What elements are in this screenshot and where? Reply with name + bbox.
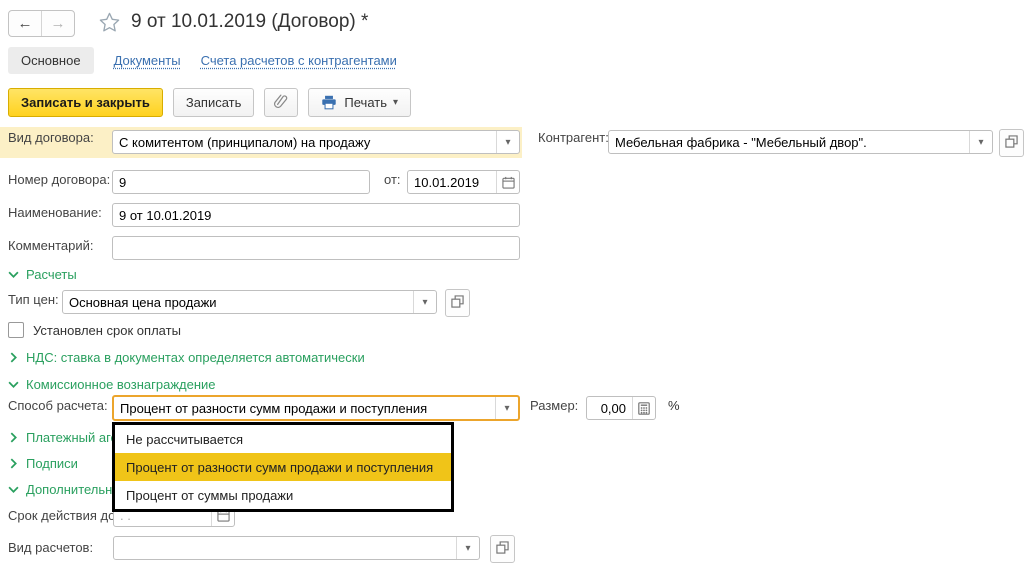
attach-button[interactable] [264, 88, 298, 117]
dropdown-item-selected[interactable]: Процент от разности сумм продажи и посту… [115, 453, 451, 481]
calc-method-combobox[interactable]: Процент от разности сумм продажи и посту… [112, 395, 520, 421]
dropdown-item[interactable]: Процент от суммы продажи [115, 481, 451, 509]
section-settlements-label: Расчеты [26, 267, 77, 282]
counterparty-combobox[interactable]: Мебельная фабрика - "Мебельный двор". ▾ [608, 130, 993, 154]
nav-buttons: ← → [8, 10, 75, 37]
contract-date-input[interactable]: 10.01.2019 [407, 170, 520, 194]
settlement-kind-dropdown-button[interactable]: ▾ [456, 537, 479, 559]
contract-number-value: 9 [113, 171, 369, 193]
contract-number-label: Номер договора: [8, 172, 110, 187]
contract-kind-combobox[interactable]: С комитентом (принципалом) на продажу ▾ [112, 130, 520, 154]
contract-kind-label: Вид договора: [8, 130, 94, 145]
price-type-label: Тип цен: [8, 292, 59, 307]
chevron-down-icon: ▾ [422, 297, 427, 308]
open-in-new-icon [1005, 135, 1018, 151]
calc-method-value: Процент от разности сумм продажи и посту… [114, 397, 495, 419]
section-commission-label: Комиссионное вознаграждение [26, 377, 216, 392]
counterparty-label: Контрагент: [538, 130, 609, 145]
chevron-expanded-icon [8, 379, 19, 390]
comment-value [113, 237, 519, 259]
price-type-dropdown-button[interactable]: ▾ [413, 291, 436, 313]
settlement-kind-open-button[interactable] [490, 535, 515, 563]
chevron-expanded-icon [8, 484, 19, 495]
forward-button[interactable]: → [42, 11, 74, 36]
payment-term-label: Установлен срок оплаты [33, 323, 181, 338]
settlement-kind-value [114, 537, 456, 559]
name-value: 9 от 10.01.2019 [113, 204, 519, 226]
chevron-down-icon: ▾ [978, 137, 983, 148]
calc-method-label: Способ расчета: [8, 398, 108, 413]
size-value: 0,00 [587, 397, 632, 419]
back-icon: ← [18, 15, 33, 32]
section-additional[interactable]: Дополнительно [8, 482, 120, 497]
back-button[interactable]: ← [9, 11, 42, 36]
section-commission[interactable]: Комиссионное вознаграждение [8, 377, 216, 392]
printer-icon [321, 95, 337, 110]
chevron-down-icon: ▾ [504, 403, 509, 414]
section-vat[interactable]: НДС: ставка в документах определяется ав… [8, 350, 365, 365]
favorite-star-icon[interactable] [98, 11, 121, 37]
counterparty-value: Мебельная фабрика - "Мебельный двор". [609, 131, 969, 153]
counterparty-dropdown-button[interactable]: ▾ [969, 131, 992, 153]
print-label: Печать [344, 95, 387, 110]
comment-input[interactable] [112, 236, 520, 260]
chevron-collapsed-icon [8, 458, 19, 469]
size-label: Размер: [530, 398, 578, 413]
settlement-kind-combobox[interactable]: ▾ [113, 536, 480, 560]
tab-main[interactable]: Основное [8, 47, 94, 74]
section-vat-label: НДС: ставка в документах определяется ав… [26, 350, 365, 365]
section-additional-label: Дополнительно [26, 482, 120, 497]
save-and-close-button[interactable]: Записать и закрыть [8, 88, 163, 117]
payment-term-checkbox[interactable] [8, 322, 24, 338]
percent-sign: % [668, 398, 680, 413]
price-type-value: Основная цена продажи [63, 291, 413, 313]
page-title: 9 от 10.01.2019 (Договор) * [131, 11, 368, 33]
counterparty-open-button[interactable] [999, 129, 1024, 157]
contract-form-window: ← → 9 от 10.01.2019 (Договор) * Основное… [0, 0, 1024, 576]
comment-label: Комментарий: [8, 238, 94, 253]
calc-method-dropdown-list: Не рассчитывается Процент от разности су… [112, 422, 454, 512]
dropdown-item[interactable]: Не рассчитывается [115, 425, 451, 453]
section-signatures[interactable]: Подписи [8, 456, 78, 471]
valid-until-label: Срок действия до: [8, 508, 119, 523]
chevron-down-icon: ▾ [505, 137, 510, 148]
save-button[interactable]: Записать [173, 88, 255, 117]
print-caret-icon: ▾ [393, 97, 398, 108]
settlement-kind-label: Вид расчетов: [8, 540, 93, 555]
open-in-new-icon [451, 295, 464, 311]
chevron-collapsed-icon [8, 352, 19, 363]
price-type-combobox[interactable]: Основная цена продажи ▾ [62, 290, 437, 314]
calculator-icon[interactable] [632, 397, 655, 419]
chevron-down-icon: ▾ [465, 543, 470, 554]
section-settlements[interactable]: Расчеты [8, 267, 77, 282]
calc-method-dropdown-button[interactable]: ▾ [495, 397, 518, 419]
contract-kind-value: С комитентом (принципалом) на продажу [113, 131, 496, 153]
tab-documents[interactable]: Документы [114, 53, 181, 68]
tab-settlement-accounts[interactable]: Счета расчетов с контрагентами [201, 53, 397, 68]
size-input[interactable]: 0,00 [586, 396, 656, 420]
contract-number-input[interactable]: 9 [112, 170, 370, 194]
price-type-open-button[interactable] [445, 289, 470, 317]
contract-date-value: 10.01.2019 [408, 171, 496, 193]
contract-date-label: от: [384, 172, 401, 187]
open-in-new-icon [496, 541, 509, 557]
name-input[interactable]: 9 от 10.01.2019 [112, 203, 520, 227]
print-button[interactable]: Печать ▾ [308, 88, 411, 117]
forward-icon: → [51, 15, 66, 32]
contract-kind-dropdown-button[interactable]: ▾ [496, 131, 519, 153]
chevron-expanded-icon [8, 269, 19, 280]
calendar-icon[interactable] [496, 171, 519, 193]
section-signatures-label: Подписи [26, 456, 78, 471]
name-label: Наименование: [8, 205, 102, 220]
paperclip-icon [272, 92, 290, 113]
chevron-collapsed-icon [8, 432, 19, 443]
